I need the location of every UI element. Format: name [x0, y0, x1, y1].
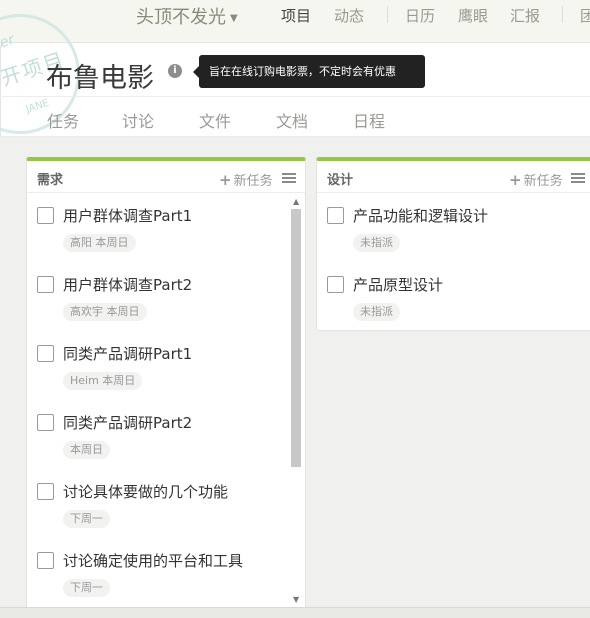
task-name[interactable]: 用户群体调查Part2 [63, 274, 192, 295]
task-checkbox[interactable] [327, 276, 344, 293]
tab-tasks[interactable]: 任务 [47, 108, 79, 132]
divider [0, 96, 590, 97]
project-description-tooltip: 旨在在线订购电影票，不定时会有优惠 [193, 55, 425, 88]
task-meta-badge: 未指派 [353, 303, 400, 321]
nav-projects[interactable]: 项目 [281, 5, 311, 26]
task-item[interactable]: 同类产品调研Part1 Heim 本周日 [37, 341, 287, 401]
column-title: 需求 [37, 173, 64, 188]
task-name[interactable]: 用户群体调查Part1 [63, 205, 192, 226]
team-name: 头顶不发光 [136, 7, 226, 28]
task-item[interactable]: 讨论确定使用的平台和工具 下周一 [37, 548, 287, 608]
nav-divider [562, 6, 563, 23]
column-scrollbar[interactable]: ▲ ▼ [290, 197, 302, 607]
add-task-button[interactable]: + 新任务 [509, 170, 563, 189]
task-meta-badge: 下周一 [63, 579, 110, 597]
team-switcher[interactable]: 头顶不发光 ▼ [136, 3, 238, 29]
project-title: 布鲁电影 [46, 63, 154, 94]
task-name[interactable]: 产品功能和逻辑设计 [353, 205, 488, 226]
nav-divider [387, 6, 388, 23]
task-checkbox[interactable] [37, 345, 54, 362]
task-checkbox[interactable] [37, 207, 54, 224]
task-item[interactable]: 产品原型设计 未指派 [327, 272, 577, 332]
task-meta-badge: 未指派 [353, 234, 400, 252]
scroll-down-icon[interactable]: ▼ [293, 595, 299, 604]
task-checkbox[interactable] [37, 414, 54, 431]
plus-icon: + [219, 171, 232, 189]
nav-calendar[interactable]: 日历 [405, 5, 435, 26]
tab-files[interactable]: 文件 [199, 108, 231, 132]
task-meta-badge: 本周日 [63, 441, 110, 459]
add-task-button[interactable]: + 新任务 [219, 170, 273, 189]
task-item[interactable]: 讨论具体要做的几个功能 下周一 [37, 479, 287, 539]
task-checkbox[interactable] [37, 276, 54, 293]
task-checkbox[interactable] [327, 207, 344, 224]
task-checkbox[interactable] [37, 552, 54, 569]
task-meta-badge: Heim 本周日 [63, 372, 143, 390]
tab-discussion[interactable]: 讨论 [122, 108, 154, 132]
task-item[interactable]: 产品功能和逻辑设计 未指派 [327, 203, 577, 263]
task-item[interactable]: 同类产品调研Part2 本周日 [37, 410, 287, 470]
tab-schedule[interactable]: 日程 [353, 108, 385, 132]
top-navigation: 头顶不发光 ▼ 项目 动态 日历 鹰眼 汇报 团 [0, 0, 590, 30]
menu-icon[interactable] [571, 173, 585, 184]
add-task-label: 新任务 [523, 174, 563, 189]
column-header: 需求 + 新任务 [27, 161, 305, 193]
task-name[interactable]: 讨论确定使用的平台和工具 [63, 550, 243, 571]
task-name[interactable]: 产品原型设计 [353, 274, 443, 295]
horizontal-scrollbar[interactable] [0, 607, 590, 618]
stamp-text: ter [0, 31, 17, 53]
task-name[interactable]: 同类产品调研Part2 [63, 412, 192, 433]
column-header: 设计 + 新任务 [317, 161, 590, 193]
nav-team[interactable]: 团 [580, 5, 590, 26]
task-name[interactable]: 讨论具体要做的几个功能 [63, 481, 228, 502]
nav-eagle-eye[interactable]: 鹰眼 [458, 5, 488, 26]
nav-activity[interactable]: 动态 [334, 5, 364, 26]
tab-documents[interactable]: 文档 [276, 108, 308, 132]
task-item[interactable]: 用户群体调查Part2 高欢宇 本周日 [37, 272, 287, 332]
scroll-up-icon[interactable]: ▲ [293, 197, 299, 206]
task-meta-badge: 下周一 [63, 510, 110, 528]
task-meta-badge: 高阳 本周日 [63, 234, 136, 252]
add-task-label: 新任务 [233, 174, 273, 189]
menu-icon[interactable] [282, 173, 296, 184]
task-item[interactable]: 用户群体调查Part1 高阳 本周日 [37, 203, 287, 263]
task-checkbox[interactable] [37, 483, 54, 500]
task-meta-badge: 高欢宇 本周日 [63, 303, 147, 321]
task-name[interactable]: 同类产品调研Part1 [63, 343, 192, 364]
info-icon[interactable]: i [168, 64, 182, 78]
nav-report[interactable]: 汇报 [510, 5, 540, 26]
column-title: 设计 [327, 173, 354, 188]
chevron-down-icon: ▼ [230, 12, 238, 24]
scrollbar-thumb[interactable] [291, 209, 301, 467]
plus-icon: + [509, 171, 522, 189]
